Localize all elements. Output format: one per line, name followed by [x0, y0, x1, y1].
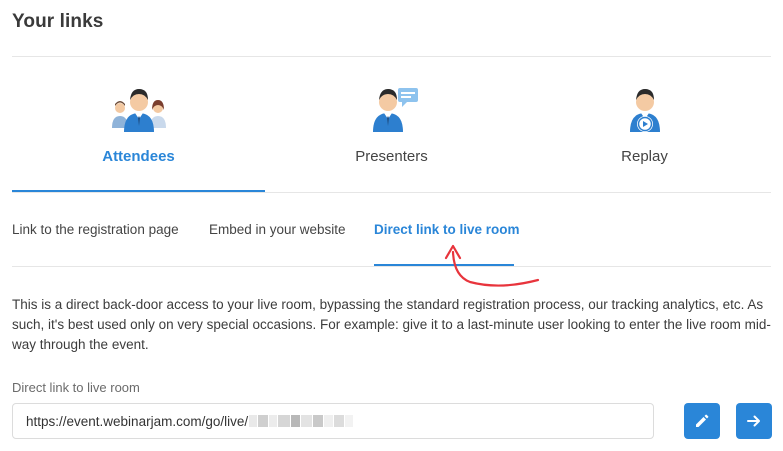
attendees-group-icon	[111, 89, 166, 132]
description-text: This is a direct back-door access to you…	[12, 297, 771, 352]
tab-attendees[interactable]: Attendees	[12, 82, 265, 194]
page-title: Your links	[12, 11, 104, 32]
edit-link-button[interactable]	[684, 403, 720, 439]
tab-registration-link[interactable]: Link to the registration page	[12, 222, 179, 237]
arrow-right-icon	[747, 415, 760, 427]
replay-video-icon	[629, 89, 660, 132]
redacted-link-segment	[291, 415, 301, 427]
direct-link-input[interactable]: https://event.webinarjam.com/go/live/	[12, 403, 654, 439]
open-link-button[interactable]	[736, 403, 772, 439]
redacted-link-segment	[249, 415, 258, 427]
subtabs-divider	[12, 266, 771, 267]
tab-presenters[interactable]: Presenters	[265, 82, 518, 194]
annotation-arrow-icon	[444, 244, 540, 287]
redacted-link-segment	[278, 415, 291, 427]
roles-divider	[12, 192, 771, 193]
tab-attendees-label: Attendees	[102, 148, 175, 165]
title-divider	[12, 56, 771, 57]
tab-presenters-label: Presenters	[355, 148, 428, 165]
presenter-chat-icon	[372, 88, 418, 132]
direct-link-value: https://event.webinarjam.com/go/live/	[26, 413, 249, 429]
redacted-link-segment	[313, 415, 324, 427]
redacted-link-segment	[334, 415, 345, 427]
tab-replay-label: Replay	[621, 148, 668, 165]
tab-replay[interactable]: Replay	[518, 82, 771, 194]
tab-embed-website[interactable]: Embed in your website	[209, 222, 346, 237]
redacted-link-segment	[301, 415, 313, 427]
redacted-link-segment	[324, 415, 334, 427]
link-field-label: Direct link to live room	[12, 380, 140, 395]
redacted-link-segment	[258, 415, 269, 427]
redacted-link-segment	[269, 415, 278, 427]
redacted-link-segment	[345, 415, 354, 427]
pencil-icon	[696, 414, 709, 427]
tab-direct-live-link[interactable]: Direct link to live room	[374, 222, 520, 237]
